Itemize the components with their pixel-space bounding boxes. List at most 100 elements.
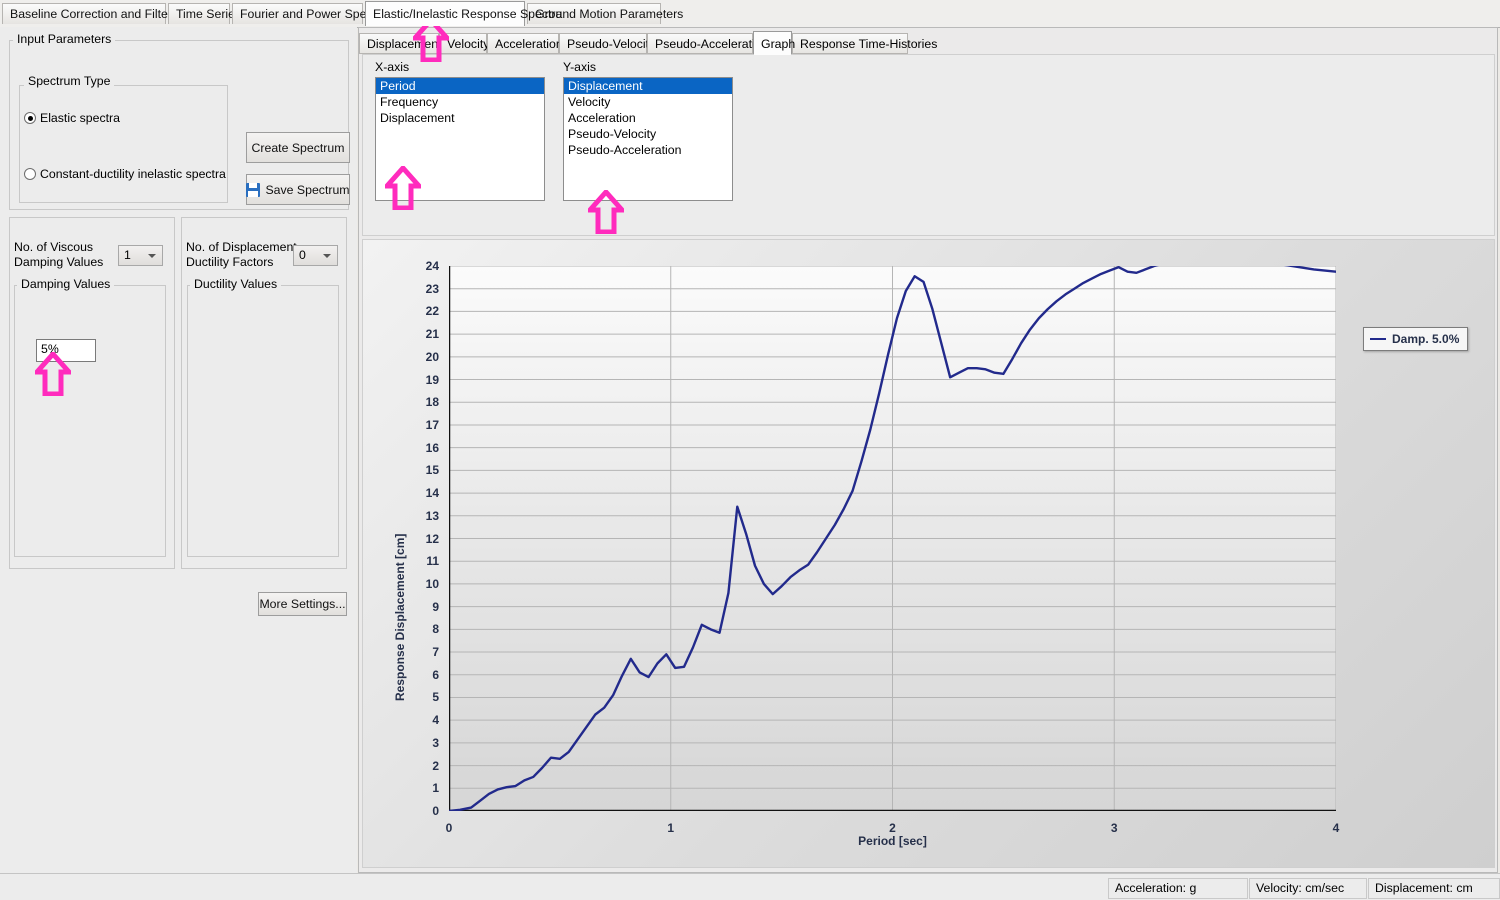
x-tick-label: 1 — [667, 821, 675, 835]
sub-tab-label: Pseudo-Velocity — [567, 37, 656, 51]
y-tick-label: 18 — [425, 395, 439, 410]
y-axis-option-4[interactable]: Pseudo-Acceleration — [564, 142, 732, 158]
spectrum-type-title: Spectrum Type — [24, 74, 115, 88]
ductility-count-select[interactable]: 0 — [293, 245, 338, 266]
y-axis-option-3[interactable]: Pseudo-Velocity — [564, 126, 732, 142]
y-tick-label: 16 — [425, 440, 439, 455]
y-tick-label: 3 — [432, 735, 439, 750]
sub-tab-4[interactable]: Pseudo-Acceleration — [647, 33, 768, 54]
sub-tab-label: Graph — [761, 37, 796, 51]
axis-selection-pane: X-axis Period Frequency Displacement Y-axi… — [362, 54, 1495, 236]
y-tick-label: 23 — [425, 281, 439, 296]
y-axis-label: Response Displacement [cm] — [393, 533, 407, 701]
y-tick-label: 20 — [425, 349, 439, 364]
radio-elastic-spectra[interactable]: Elastic spectra — [24, 111, 120, 125]
radio-constant-ductility-icon[interactable] — [24, 168, 36, 180]
status-displacement-units: Displacement: cm — [1368, 878, 1500, 899]
chart-legend: Damp. 5.0% — [1363, 327, 1469, 351]
create-spectrum-label: Create Spectrum — [251, 140, 345, 155]
input-parameters-title: Input Parameters — [13, 32, 116, 46]
response-spectrum-chart: 0 1 2 3 4 5 6 7 8 9 10 11 12 13 14 15 16 17 18 19 20 21 22 23 24… — [362, 239, 1495, 868]
y-tick-label: 9 — [432, 599, 439, 614]
sub-tab-label: Velocity — [447, 37, 490, 51]
y-tick-label: 21 — [425, 327, 439, 342]
main-tab-2[interactable]: Fourier and Power Spectra — [232, 3, 387, 24]
main-tab-label: Elastic/Inelastic Response Spectra — [373, 7, 563, 21]
viscous-damping-count-value: 1 — [124, 248, 131, 262]
spectrum-type-group — [19, 85, 228, 203]
y-tick-label: 5 — [432, 690, 439, 705]
y-tick-label: 14 — [425, 486, 439, 501]
y-tick-label: 8 — [432, 622, 439, 637]
chevron-down-icon[interactable] — [148, 254, 156, 258]
x-axis-label: Period [sec] — [858, 834, 927, 848]
main-tab-0[interactable]: Baseline Correction and Filtering — [2, 3, 188, 24]
x-axis-option-1[interactable]: Frequency — [376, 94, 544, 110]
main-tab-3[interactable]: Elastic/Inelastic Response Spectra — [365, 1, 562, 26]
sub-tab-5[interactable]: Graph — [753, 31, 796, 55]
radio-constant-ductility-inelastic-spectra[interactable]: Constant-ductility inelastic spectra — [24, 167, 226, 181]
y-axis-option-2[interactable]: Acceleration — [564, 110, 732, 126]
sub-tab-label: Acceleration — [495, 37, 563, 51]
annotation-arrow-damping-value — [35, 352, 71, 396]
input-parameters-panel: Input Parameters Spectrum Type Elastic s… — [0, 27, 357, 873]
legend-label: Damp. 5.0% — [1392, 332, 1460, 346]
status-acceleration-units: Acceleration: g — [1108, 878, 1248, 899]
y-tick-label: 24 — [425, 259, 439, 273]
y-tick-label: 0 — [432, 804, 439, 818]
x-tick-label: 3 — [1110, 821, 1118, 835]
chevron-down-icon[interactable] — [323, 254, 331, 258]
x-tick-label: 0 — [445, 821, 453, 835]
sub-tab-label: Pseudo-Acceleration — [655, 37, 769, 51]
more-settings-label: More Settings... — [259, 597, 346, 611]
status-velocity-units: Velocity: cm/sec — [1249, 878, 1367, 899]
ductility-count-value: 0 — [299, 248, 306, 262]
main-tab-label: Baseline Correction and Filtering — [10, 7, 189, 21]
x-tick-label: 2 — [889, 821, 896, 835]
y-tick-label: 10 — [425, 576, 439, 591]
y-tick-label: 4 — [432, 713, 439, 728]
x-tick-label: 4 — [1332, 821, 1340, 835]
legend-swatch-icon — [1370, 338, 1386, 340]
ductility-label-line1: No. of Displacement — [186, 240, 297, 254]
viscous-damping-count-select[interactable]: 1 — [118, 245, 163, 266]
save-spectrum-button[interactable]: Save Spectrum — [246, 174, 350, 205]
annotation-arrow-x-axis-list — [385, 166, 421, 210]
damping-values-title: Damping Values — [17, 277, 115, 291]
x-axis-option-2[interactable]: Displacement — [376, 110, 544, 126]
main-tab-1[interactable]: Time Series — [168, 3, 241, 24]
damping-values-group — [14, 285, 166, 557]
y-tick-label: 1 — [432, 781, 439, 796]
radio-elastic-spectra-label: Elastic spectra — [40, 111, 120, 125]
ductility-values-group — [187, 285, 339, 557]
y-axis-title: Y-axis — [563, 60, 597, 74]
sub-tab-3[interactable]: Pseudo-Velocity — [559, 33, 655, 54]
radio-constant-ductility-label: Constant-ductility inelastic spectra — [40, 167, 226, 181]
y-tick-label: 11 — [426, 554, 439, 569]
sub-tab-2[interactable]: Acceleration — [487, 33, 563, 54]
y-tick-label: 19 — [425, 372, 439, 387]
y-axis-listbox[interactable]: Displacement Velocity Acceleration Pseudo-V… — [563, 77, 733, 201]
x-axis-option-0[interactable]: Period — [376, 78, 544, 94]
y-tick-label: 15 — [425, 463, 439, 478]
y-axis-option-1[interactable]: Velocity — [564, 94, 732, 110]
sub-tab-label: Response Time-Histories — [800, 37, 938, 51]
y-tick-label: 2 — [432, 758, 439, 773]
y-tick-label: 6 — [432, 667, 439, 682]
x-axis-title: X-axis — [375, 60, 410, 74]
annotation-arrow-y-axis-list — [588, 190, 624, 234]
y-axis-option-0[interactable]: Displacement — [564, 78, 732, 94]
sub-tab-6[interactable]: Response Time-Histories — [792, 33, 937, 54]
more-settings-button[interactable]: More Settings... — [258, 592, 347, 616]
main-tab-strip: Baseline Correction and Filtering Time Se… — [0, 0, 1500, 28]
y-tick-label: 12 — [425, 531, 439, 546]
radio-elastic-spectra-icon[interactable] — [24, 112, 36, 124]
viscous-damping-label-line2: Damping Values — [14, 255, 104, 269]
y-tick-label: 13 — [425, 508, 439, 523]
ductility-values-title: Ductility Values — [190, 277, 282, 291]
status-bar: Acceleration: g Velocity: cm/sec Displac… — [0, 873, 1500, 900]
create-spectrum-button[interactable]: Create Spectrum — [246, 132, 350, 163]
viscous-damping-label-line1: No. of Viscous — [14, 240, 94, 254]
save-disk-icon — [246, 182, 261, 197]
y-tick-label: 17 — [425, 417, 439, 432]
